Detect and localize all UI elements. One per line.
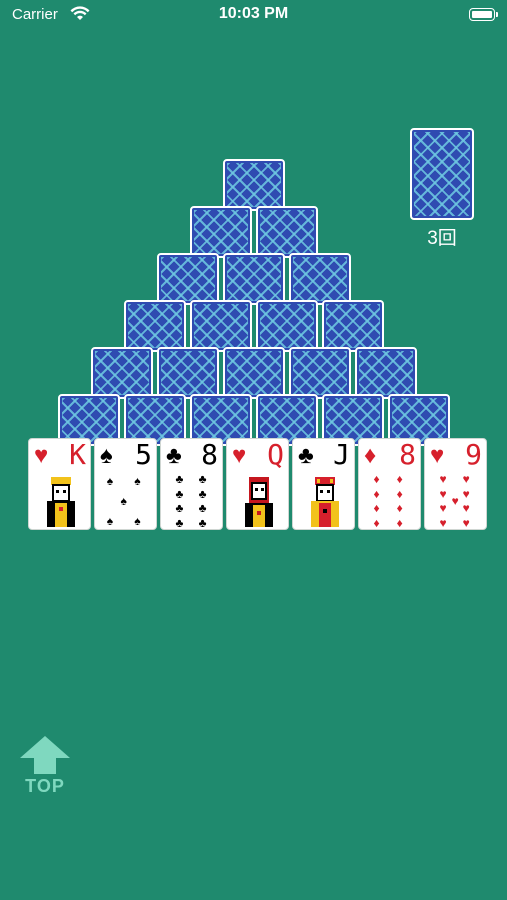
card-8-2[interactable]: ♣ 8 ♣ ♣ ♣ ♣ ♣ ♣ ♣ ♣	[160, 438, 223, 530]
clock: 10:03 PM	[218, 5, 289, 22]
card-K-0[interactable]: ♥ K	[28, 438, 91, 530]
card-J-4[interactable]: ♣ J	[292, 438, 355, 530]
card-suit-icon: ♠	[100, 442, 113, 469]
pip-icon: ♠	[106, 513, 114, 528]
status-bar: Carrier 10:03 PM	[0, 0, 507, 30]
pip-icon: ♥	[439, 471, 447, 486]
pip-icon: ♠	[134, 474, 141, 489]
pip-icon: ♠	[134, 513, 141, 528]
card-rank: J	[333, 438, 350, 471]
pyramid-card-r3-c3	[289, 253, 351, 305]
battery-icon	[469, 8, 498, 21]
pyramid-card-r5-c3	[223, 347, 285, 399]
pip-icon: ♥	[462, 516, 470, 530]
card-rank: K	[69, 438, 86, 471]
queen-figure-icon	[239, 475, 279, 527]
up-arrow-icon	[20, 736, 70, 774]
pyramid-card-r5-c1	[91, 347, 153, 399]
pip-icon: ♣	[175, 471, 184, 486]
pip-icon: ♥	[462, 501, 470, 516]
card-5-1[interactable]: ♠ 5 ♠ ♠ ♠ ♠ ♠	[94, 438, 157, 530]
pip-icon: ♠	[106, 474, 114, 489]
pip-icon: ♦	[396, 501, 403, 516]
pyramid-card-r5-c2	[157, 347, 219, 399]
card-rank: 9	[465, 438, 482, 471]
pip-icon: ♥	[439, 501, 447, 516]
card-8-5[interactable]: ♦ 8 ♦ ♦ ♦ ♦ ♦ ♦ ♦ ♦	[358, 438, 421, 530]
pip-icon: ♣	[198, 516, 207, 530]
pyramid-card-r4-c1	[124, 300, 186, 352]
pip-icon: ♥	[462, 471, 470, 486]
pyramid-card-r4-c3	[256, 300, 318, 352]
pip-icon: ♣	[198, 471, 207, 486]
king-figure-icon	[41, 475, 81, 527]
card-suit-icon: ♥	[232, 442, 247, 469]
pyramid-card-r4-c4	[322, 300, 384, 352]
card-pips: ♠ ♠ ♠ ♠ ♠	[99, 473, 154, 529]
card-rank: 8	[201, 438, 218, 471]
pyramid-card-r2-c1	[190, 206, 252, 258]
card-rank: 8	[399, 438, 416, 471]
pyramid-card-r3-c1	[157, 253, 219, 305]
pip-icon: ♥	[462, 486, 470, 501]
top-button[interactable]: TOP	[18, 734, 72, 798]
pip-icon: ♣	[175, 516, 184, 530]
draw-deck[interactable]	[410, 128, 474, 220]
pip-icon: ♥	[451, 494, 459, 508]
card-suit-icon: ♣	[166, 442, 182, 469]
pip-icon: ♣	[198, 486, 207, 501]
pip-icon: ♦	[396, 486, 403, 501]
pip-icon: ♦	[396, 471, 403, 486]
pyramid-card-r2-c2	[256, 206, 318, 258]
card-suit-icon: ♣	[298, 442, 314, 469]
card-suit-icon: ♥	[34, 442, 49, 469]
pip-icon: ♣	[175, 486, 184, 501]
pip-icon: ♥	[439, 486, 447, 501]
card-pips: ♥ ♥ ♥ ♥ ♥ ♥ ♥ ♥ ♥	[429, 473, 484, 529]
card-rank: 5	[135, 438, 152, 471]
jack-figure-icon	[305, 475, 345, 527]
card-pips: ♣ ♣ ♣ ♣ ♣ ♣ ♣ ♣	[165, 473, 220, 529]
pyramid-card-r4-c2	[190, 300, 252, 352]
card-pips: ♦ ♦ ♦ ♦ ♦ ♦ ♦ ♦	[363, 473, 418, 529]
deck-remaining-count: 3回	[427, 228, 457, 249]
pyramid-card-r5-c4	[289, 347, 351, 399]
pyramid-card-r1-c1	[223, 159, 285, 211]
pip-icon: ♦	[373, 486, 380, 501]
pip-icon: ♥	[439, 516, 447, 530]
card-suit-icon: ♥	[430, 442, 445, 469]
pip-icon: ♦	[373, 471, 380, 486]
pip-icon: ♠	[120, 494, 127, 508]
card-Q-3[interactable]: ♥ Q	[226, 438, 289, 530]
pyramid-card-r3-c2	[223, 253, 285, 305]
card-rank: Q	[267, 438, 284, 471]
top-button-label: TOP	[25, 776, 65, 796]
pip-icon: ♣	[198, 501, 207, 516]
pyramid-card-r5-c5	[355, 347, 417, 399]
pip-icon: ♦	[396, 516, 403, 530]
card-9-6[interactable]: ♥ 9 ♥ ♥ ♥ ♥ ♥ ♥ ♥ ♥ ♥	[424, 438, 487, 530]
card-suit-icon: ♦	[364, 442, 377, 469]
pip-icon: ♦	[373, 501, 380, 516]
pip-icon: ♦	[373, 516, 380, 530]
pip-icon: ♣	[175, 501, 184, 516]
